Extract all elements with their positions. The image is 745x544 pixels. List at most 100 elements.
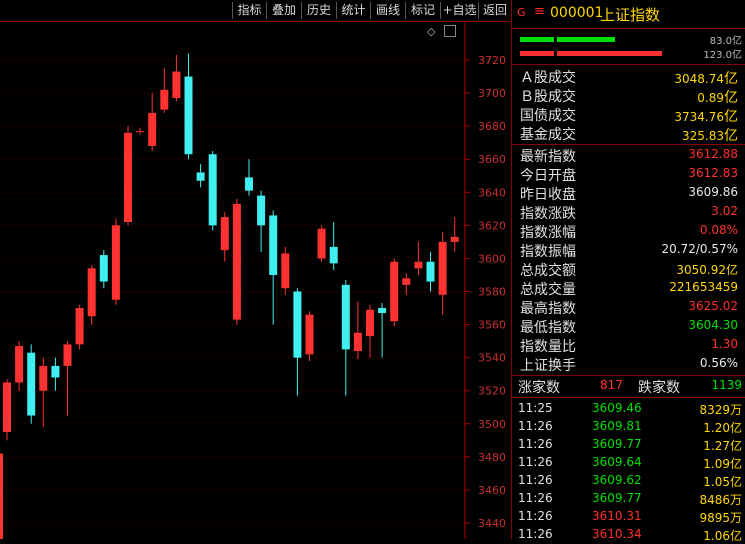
candle-body [15,346,24,383]
stat-label: 指数涨跌 [520,206,576,222]
up-volume-bar [520,37,554,42]
candle-body [220,217,229,251]
tick-price: 3609.62 [592,473,642,487]
stat-value: 3625.02 [688,299,738,313]
stat-value: 3612.83 [688,166,738,180]
stat-value: 0.56% [699,356,738,370]
stat-row: 昨日收盘 3609.86 [512,184,745,203]
candle-body [160,89,169,110]
stat-row: 指数涨幅 0.08% [512,222,745,241]
stat-row: 总成交量 221653459 [512,279,745,298]
stat-value: 3612.88 [688,147,738,161]
tick-time: 11:26 [518,455,553,469]
stat-row: 最低指数 3604.30 [512,317,745,336]
toolbar-button-6[interactable]: +自选 [440,2,478,19]
y-tick-label: 3680 [478,120,506,133]
tick-volume: 1.09亿 [703,457,742,471]
tick-price: 3609.77 [592,437,642,451]
stat-value: 0.08% [699,223,738,237]
y-tick-label: 3500 [478,418,506,431]
candle-body [208,154,217,226]
candle-body [426,261,435,282]
stat-label: 指数振幅 [520,244,576,260]
window-toggle-icon[interactable] [444,25,456,37]
candle-body [148,112,157,146]
stat-row: 上证换手 0.56% [512,355,745,374]
y-tick-label: 3580 [478,286,506,299]
y-tick-label: 3720 [478,54,506,67]
toolbar-button-7[interactable]: 返回 [478,2,511,19]
menu-icon[interactable]: ≡ [534,4,545,19]
candle-body [414,261,423,269]
y-tick-label: 3560 [478,319,506,332]
toolbar-button-3[interactable]: 统计 [336,2,370,19]
down-volume-bar-2 [557,51,662,56]
turnover-label: 国债成交 [520,108,576,124]
tick-row: 11:26 3610.31 9895万 [512,508,745,526]
quote-panel: G ≡ 000001 上证指数 83.0亿 123.0亿 Ａ股成交 3048.74… [511,0,745,543]
stat-label: 总成交量 [520,282,576,298]
candle-body [257,195,266,226]
stat-value: 3609.86 [688,185,738,199]
toolbar-button-1[interactable]: 叠加 [266,2,301,19]
turnover-label: Ａ股成交 [520,70,576,86]
candle-body [341,284,350,350]
tick-time: 11:25 [518,401,553,415]
down-volume-bar [520,51,554,56]
down-volume-amount: 123.0亿 [703,50,742,61]
tick-volume: 1.20亿 [703,421,742,435]
up-volume-bar-2 [557,37,615,42]
stat-row: 最新指数 3612.88 [512,146,745,165]
tick-volume: 1.05亿 [703,475,742,489]
toolbar-button-5[interactable]: 标记 [405,2,440,19]
toolbar-button-0[interactable]: 指标 [232,2,266,19]
candle-body [305,314,314,355]
stat-label: 指数涨幅 [520,225,576,241]
turnover-row: 基金成交 325.83亿 [512,124,745,144]
candle-body [124,132,132,223]
candle-body [317,228,326,259]
y-tick-label: 3700 [478,87,506,100]
down-count-label: 跌家数 [638,380,680,396]
tick-row: 11:26 3609.77 1.27亿 [512,436,745,454]
candle-body [378,308,387,313]
candle-body [99,255,108,282]
y-tick-label: 3600 [478,252,506,265]
candle-body [366,309,374,337]
tick-row: 11:26 3609.81 1.20亿 [512,418,745,436]
candle-body [27,352,36,416]
up-count: 817 [600,378,623,392]
candle-body [329,246,338,264]
candle-body [450,236,459,242]
tick-row: 11:26 3609.64 1.09亿 [512,454,745,472]
advance-decline: 涨家数 817 跌家数 1139 [512,376,745,396]
turnover-value: 325.83亿 [682,128,738,144]
tick-row: 11:25 3609.46 8329万 [512,400,745,418]
candle-body [184,76,193,155]
turnover-value: 3048.74亿 [674,71,738,87]
candle-body [51,365,60,378]
tick-volume: 1.27亿 [703,439,742,453]
tick-time: 11:26 [518,509,553,523]
y-tick-label: 3480 [478,451,506,464]
index-code: 000001 [550,5,604,21]
tick-price: 3609.77 [592,491,642,505]
stat-label: 上证换手 [520,358,576,374]
candle-body [402,278,411,285]
tick-time: 11:26 [518,473,553,487]
stat-label: 今日开盘 [520,168,576,184]
stat-value: 3.02 [711,204,738,218]
toolbar-button-4[interactable]: 画线 [370,2,405,19]
stat-label: 指数量比 [520,339,576,355]
up-count-label: 涨家数 [518,380,560,396]
diamond-icon[interactable]: ◇ [427,25,435,38]
tick-time: 11:26 [518,437,553,451]
tick-volume: 1.06亿 [703,529,742,543]
candle-body [293,291,302,358]
stat-row: 指数涨跌 3.02 [512,203,745,222]
kline-chart[interactable]: 3440 3460 3480 3500 3520 3540 3560 3580 3600 3620… [0,22,510,539]
stat-value: 1.30 [711,337,738,351]
stat-row: 最高指数 3625.02 [512,298,745,317]
toolbar-button-2[interactable]: 历史 [301,2,336,19]
candle-body-partial [0,453,3,539]
